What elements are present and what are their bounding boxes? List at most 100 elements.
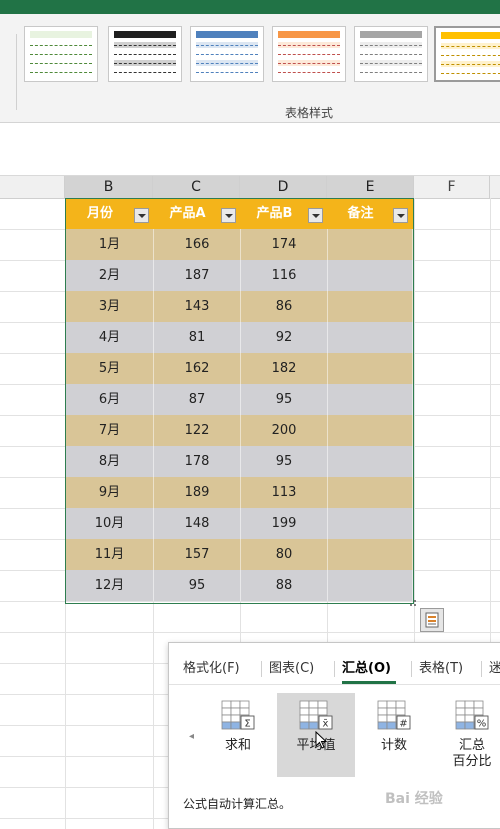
table-cell[interactable]: 187 bbox=[154, 260, 241, 291]
style-row-dash bbox=[114, 72, 176, 74]
table-style-gray-style[interactable] bbox=[354, 26, 428, 82]
column-header-B[interactable]: B bbox=[65, 176, 153, 198]
table-cell[interactable]: 174 bbox=[241, 229, 328, 260]
table-cell[interactable]: 3月 bbox=[66, 291, 154, 322]
style-row-dash bbox=[114, 45, 176, 47]
table-cell[interactable]: 4月 bbox=[66, 322, 154, 353]
table-cell[interactable] bbox=[328, 384, 413, 415]
table-cell[interactable]: 122 bbox=[154, 415, 241, 446]
option-sum[interactable]: Σ 求和 bbox=[199, 693, 277, 777]
table-cell[interactable] bbox=[328, 477, 413, 508]
formatted-table[interactable]: 月份 产品A 产品B 备注 1月 166 174 2月 187 116 3月 143 86 4月 81 92… bbox=[65, 198, 414, 604]
filter-dropdown-icon[interactable] bbox=[221, 208, 236, 223]
table-cell[interactable]: 11月 bbox=[66, 539, 154, 570]
svg-text:%: % bbox=[477, 719, 487, 730]
table-cell[interactable] bbox=[328, 446, 413, 477]
tab-2[interactable]: 汇总(O) bbox=[342, 659, 391, 679]
table-cell[interactable] bbox=[328, 260, 413, 291]
table-row: 9月 189 113 bbox=[66, 477, 413, 508]
svg-text:x̄: x̄ bbox=[323, 719, 329, 730]
table-style-black-style[interactable] bbox=[108, 26, 182, 82]
table-cell[interactable]: 95 bbox=[241, 446, 328, 477]
table-cell[interactable]: 200 bbox=[241, 415, 328, 446]
tab-0[interactable]: 格式化(F) bbox=[183, 659, 240, 679]
table-header-cell: 备注 bbox=[347, 206, 374, 221]
table-cell[interactable]: 113 bbox=[241, 477, 328, 508]
table-cell[interactable] bbox=[328, 415, 413, 446]
table-cell[interactable]: 8月 bbox=[66, 446, 154, 477]
table-cell[interactable]: 12月 bbox=[66, 570, 154, 601]
table-cell[interactable]: 166 bbox=[154, 229, 241, 260]
quick-analysis-button[interactable] bbox=[420, 608, 444, 632]
table-cell[interactable]: 148 bbox=[154, 508, 241, 539]
table-cell[interactable]: 92 bbox=[241, 322, 328, 353]
tab-separator bbox=[334, 661, 335, 677]
table-cell[interactable] bbox=[328, 291, 413, 322]
table-resize-handle[interactable] bbox=[408, 598, 418, 608]
style-header-band bbox=[30, 31, 92, 38]
table-cell[interactable]: 86 bbox=[241, 291, 328, 322]
column-header-E[interactable]: E bbox=[327, 176, 414, 198]
filter-dropdown-icon[interactable] bbox=[308, 208, 323, 223]
table-cell[interactable]: 2月 bbox=[66, 260, 154, 291]
option-count[interactable]: # 计数 bbox=[355, 693, 433, 777]
table-cell[interactable]: 95 bbox=[241, 384, 328, 415]
table-cell[interactable]: 7月 bbox=[66, 415, 154, 446]
style-row-dash bbox=[278, 63, 340, 65]
percent-total-icon: % bbox=[455, 700, 489, 730]
table-cell[interactable]: 143 bbox=[154, 291, 241, 322]
option-label: 计数 bbox=[380, 738, 407, 753]
table-style-green-style[interactable] bbox=[24, 26, 98, 82]
mouse-cursor-icon bbox=[315, 731, 328, 749]
filter-dropdown-icon[interactable] bbox=[134, 208, 149, 223]
tab-separator bbox=[261, 661, 262, 677]
option-percent-total[interactable]: % 汇总 百分比 bbox=[433, 693, 500, 777]
option-label: 汇总 百分比 bbox=[452, 738, 492, 769]
style-row-dash bbox=[441, 73, 500, 75]
table-cell[interactable] bbox=[328, 229, 413, 260]
tab-3[interactable]: 表格(T) bbox=[419, 659, 463, 679]
column-header-D[interactable]: D bbox=[240, 176, 327, 198]
svg-text:#: # bbox=[399, 719, 407, 730]
column-header-C[interactable]: C bbox=[153, 176, 240, 198]
table-row: 8月 178 95 bbox=[66, 446, 413, 477]
table-style-blue-style[interactable] bbox=[190, 26, 264, 82]
sum-icon: Σ bbox=[221, 700, 255, 730]
svg-text:Σ: Σ bbox=[244, 719, 250, 730]
table-cell[interactable]: 9月 bbox=[66, 477, 154, 508]
table-style-gold-style[interactable] bbox=[434, 26, 500, 82]
table-cell[interactable]: 1月 bbox=[66, 229, 154, 260]
table-cell[interactable]: 178 bbox=[154, 446, 241, 477]
table-cell[interactable]: 80 bbox=[241, 539, 328, 570]
scroll-left-icon[interactable]: ◂ bbox=[189, 731, 194, 742]
table-cell[interactable]: 87 bbox=[154, 384, 241, 415]
table-cell[interactable] bbox=[328, 508, 413, 539]
table-cell[interactable]: 81 bbox=[154, 322, 241, 353]
table-cell[interactable]: 157 bbox=[154, 539, 241, 570]
table-cell[interactable]: 5月 bbox=[66, 353, 154, 384]
tab-1[interactable]: 图表(C) bbox=[269, 659, 314, 679]
table-cell[interactable]: 162 bbox=[154, 353, 241, 384]
table-cell[interactable]: 10月 bbox=[66, 508, 154, 539]
table-cell[interactable]: 95 bbox=[154, 570, 241, 601]
style-row-dash bbox=[30, 72, 92, 74]
style-row-dash bbox=[441, 55, 500, 57]
style-row-dash bbox=[30, 54, 92, 56]
table-row: 12月 95 88 bbox=[66, 570, 413, 601]
ribbon-separator bbox=[16, 34, 17, 110]
table-cell[interactable]: 199 bbox=[241, 508, 328, 539]
table-cell[interactable] bbox=[328, 539, 413, 570]
table-cell[interactable]: 116 bbox=[241, 260, 328, 291]
table-cell[interactable]: 88 bbox=[241, 570, 328, 601]
table-row: 1月 166 174 bbox=[66, 229, 413, 260]
filter-dropdown-icon[interactable] bbox=[393, 208, 408, 223]
table-style-orange-style[interactable] bbox=[272, 26, 346, 82]
column-header-F[interactable]: F bbox=[414, 176, 490, 198]
table-cell[interactable] bbox=[328, 570, 413, 601]
table-cell[interactable]: 6月 bbox=[66, 384, 154, 415]
table-cell[interactable] bbox=[328, 322, 413, 353]
tab-4[interactable]: 迷 bbox=[489, 659, 500, 679]
table-cell[interactable] bbox=[328, 353, 413, 384]
table-cell[interactable]: 189 bbox=[154, 477, 241, 508]
table-cell[interactable]: 182 bbox=[241, 353, 328, 384]
